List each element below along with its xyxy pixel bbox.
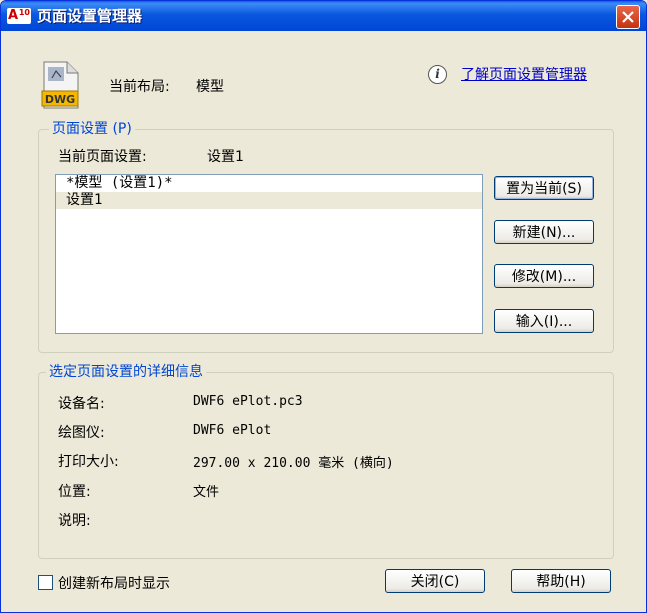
app-icon-letter: A bbox=[8, 8, 19, 23]
plot-size-label: 打印大小: bbox=[58, 454, 119, 470]
close-button[interactable]: 关闭(C) bbox=[385, 569, 485, 593]
current-layout-value: 模型 bbox=[196, 79, 224, 95]
device-name-label: 设备名: bbox=[58, 396, 105, 412]
help-button[interactable]: 帮助(H) bbox=[511, 569, 611, 593]
device-name-value: DWF6 ePlot.pc3 bbox=[193, 394, 303, 409]
title-bar[interactable]: A 10 页面设置管理器 bbox=[1, 1, 646, 31]
new-button[interactable]: 新建(N)... bbox=[494, 220, 594, 244]
close-window-button[interactable] bbox=[616, 5, 640, 29]
location-value: 文件 bbox=[193, 485, 220, 500]
page-setup-list[interactable]: *模型 (设置1)* 设置1 bbox=[55, 174, 483, 334]
app-icon-version: 10 bbox=[18, 8, 30, 17]
show-on-new-layout-label[interactable]: 创建新布局时显示 bbox=[58, 573, 170, 593]
details-group-title: 选定页面设置的详细信息 bbox=[46, 361, 206, 381]
plotter-value: DWF6 ePlot bbox=[193, 423, 272, 438]
show-on-new-layout-checkbox[interactable] bbox=[38, 575, 53, 590]
page-setup-group-title: 页面设置 (P) bbox=[49, 118, 135, 138]
list-item-model[interactable]: *模型 (设置1)* bbox=[56, 175, 482, 192]
modify-button[interactable]: 修改(M)... bbox=[494, 264, 594, 288]
current-page-setup-label: 当前页面设置: bbox=[58, 149, 147, 165]
dwg-icon-label: DWG bbox=[45, 93, 75, 106]
learn-page-setup-manager-link[interactable]: 了解页面设置管理器 bbox=[461, 64, 587, 84]
import-button[interactable]: 输入(I)... bbox=[494, 309, 594, 333]
info-icon: i bbox=[428, 65, 447, 84]
location-label: 位置: bbox=[58, 484, 91, 500]
current-layout-label: 当前布局: bbox=[109, 79, 170, 95]
close-icon bbox=[622, 11, 634, 23]
description-label: 说明: bbox=[58, 513, 91, 529]
plotter-label: 绘图仪: bbox=[58, 425, 105, 441]
list-item-setup1[interactable]: 设置1 bbox=[56, 192, 482, 209]
page-setup-manager-dialog: A 10 页面设置管理器 DWG 当前布局: 模型 i 了解页面设置管理器 页面… bbox=[0, 0, 647, 613]
autocad-app-icon: A 10 bbox=[7, 8, 31, 24]
set-current-button[interactable]: 置为当前(S) bbox=[494, 176, 594, 200]
current-page-setup-value: 设置1 bbox=[207, 149, 244, 165]
dwg-file-icon: DWG bbox=[41, 61, 81, 109]
plot-size-value: 297.00 x 210.00 毫米 (横向) bbox=[193, 456, 394, 471]
window-title: 页面设置管理器 bbox=[37, 7, 143, 25]
